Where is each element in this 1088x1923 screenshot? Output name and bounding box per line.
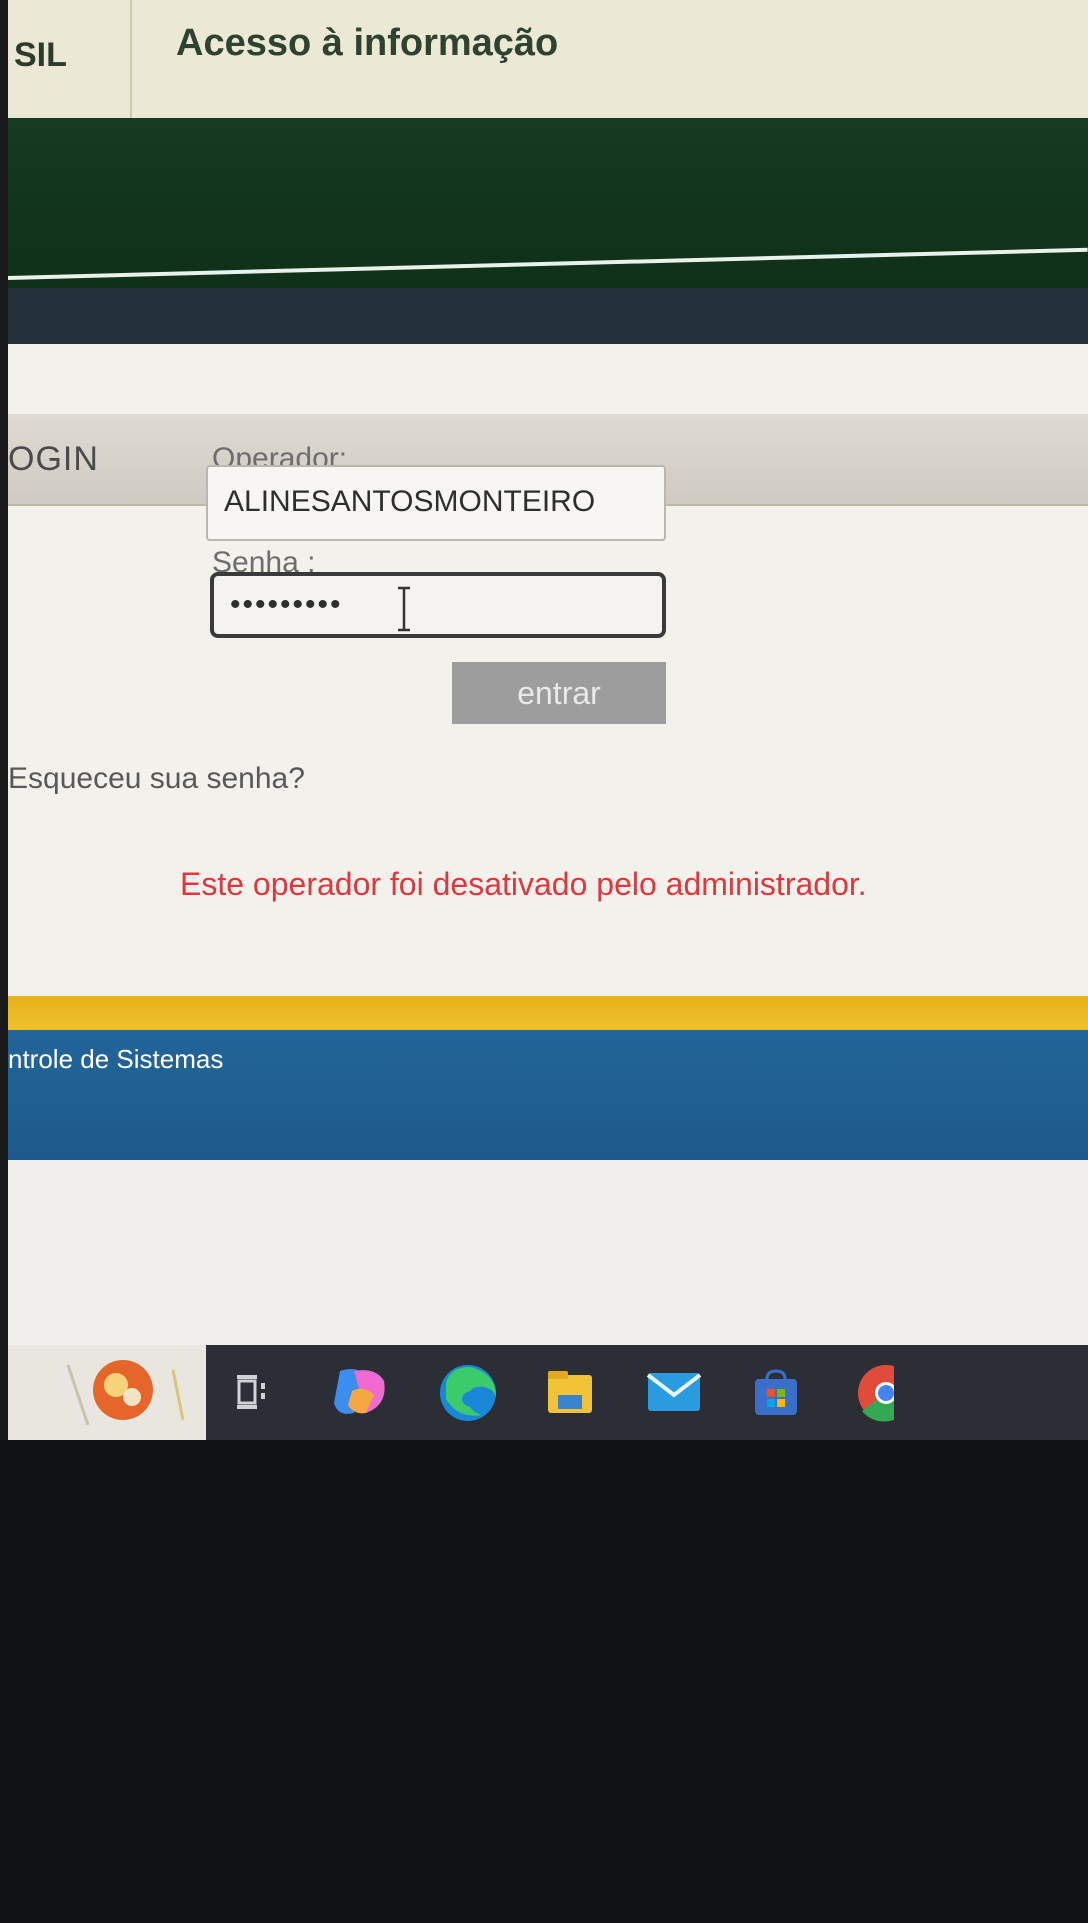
error-message: Este operador foi desativado pelo admini… [180, 866, 867, 902]
gov-top-bar: SIL Acesso à informação [8, 0, 1088, 120]
chrome-icon[interactable] [854, 1363, 894, 1423]
mail-icon[interactable] [646, 1371, 702, 1413]
monitor-bezel [0, 1440, 1088, 1923]
copilot-icon[interactable] [330, 1365, 390, 1419]
text-cursor-icon [398, 586, 410, 632]
forgot-password-link[interactable]: Esqueceu sua senha? [8, 762, 305, 796]
footer-system-text: ntrole de Sistemas [8, 1044, 224, 1074]
submit-button[interactable]: entrar [452, 662, 666, 724]
password-mask: ••••••••• [230, 588, 343, 621]
weather-widget[interactable] [8, 1345, 206, 1440]
operator-field[interactable]: ALINESANTOSMONTEIRO [206, 465, 666, 541]
password-field[interactable]: ••••••••• [210, 572, 666, 638]
edge-icon[interactable] [438, 1363, 498, 1423]
task-view-icon[interactable] [235, 1373, 269, 1411]
site-header [7, 118, 1088, 288]
operator-value: ALINESANTOSMONTEIRO [224, 485, 596, 518]
header-band [8, 288, 1088, 344]
file-explorer-icon[interactable] [546, 1369, 594, 1415]
taskbar [8, 1345, 1088, 1440]
access-information-link[interactable]: Acesso à informação [176, 22, 558, 65]
gov-brand-text: SIL [14, 36, 67, 74]
store-icon[interactable] [753, 1369, 799, 1417]
login-title: OGIN [8, 440, 99, 478]
footer-blue-band: ntrole de Sistemas [8, 1030, 1088, 1160]
weather-widget-icon [66, 1360, 185, 1426]
gov-brand[interactable]: SIL [8, 0, 132, 118]
header-divider [7, 247, 1088, 280]
page-bottom [8, 1160, 1088, 1350]
screen: SIL Acesso à informação OGIN Operador: A… [0, 0, 1088, 1923]
